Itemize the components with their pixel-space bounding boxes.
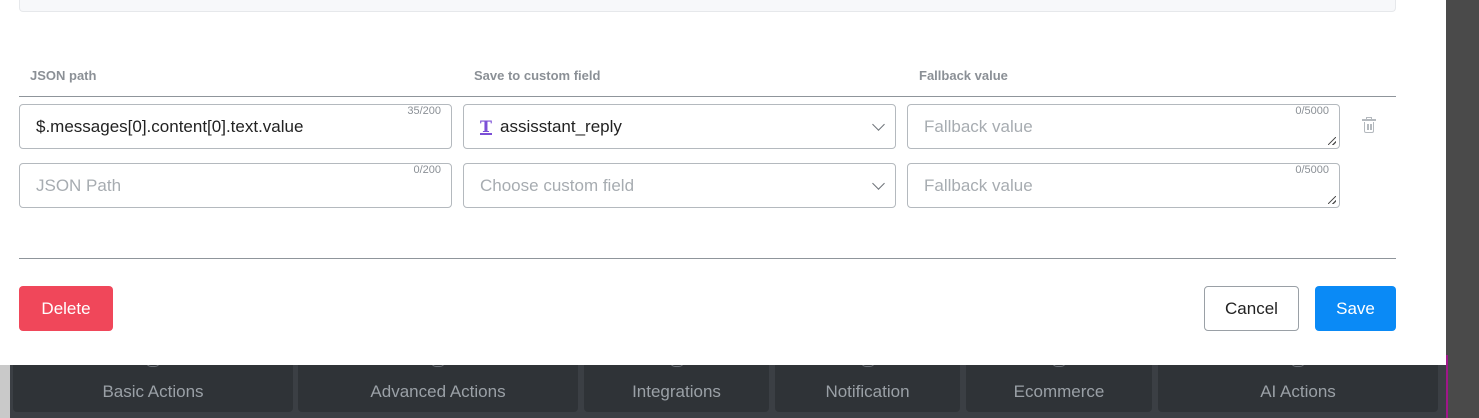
footer-divider <box>19 258 1396 259</box>
custom-field-select[interactable]: Choose custom field <box>463 163 896 208</box>
top-panel <box>19 0 1396 12</box>
json-path-value: $.messages[0].content[0].text.value <box>36 116 304 136</box>
custom-field-placeholder: Choose custom field <box>480 175 635 195</box>
fallback-placeholder: Fallback value <box>924 117 1033 136</box>
header-divider <box>19 96 1396 97</box>
bg-tab-label: Notification <box>825 382 910 401</box>
response-mapping-modal: JSON path Save to custom field Fallback … <box>0 0 1446 365</box>
json-path-placeholder: JSON Path <box>36 175 122 195</box>
json-path-header: JSON path <box>30 68 97 83</box>
delete-button[interactable]: Delete <box>19 286 113 331</box>
bg-tab-label: Advanced Actions <box>370 382 506 401</box>
json-path-input[interactable]: $.messages[0].content[0].text.value 35/2… <box>19 104 452 149</box>
bg-tab-label: Integrations <box>632 382 721 401</box>
custom-field-select[interactable]: T assisstant_reply <box>463 104 896 149</box>
json-path-input[interactable]: JSON Path 0/200 <box>19 163 452 208</box>
custom-field-value: assisstant_reply <box>500 116 622 136</box>
fallback-value-header: Fallback value <box>919 68 1008 83</box>
chevron-down-icon <box>872 177 885 190</box>
bg-tab-label: Ecommerce <box>1013 382 1105 401</box>
save-to-custom-field-header: Save to custom field <box>474 68 601 83</box>
char-counter: 35/200 <box>407 105 441 117</box>
save-button[interactable]: Save <box>1315 286 1396 331</box>
char-counter: 0/200 <box>413 164 441 176</box>
text-field-icon: T <box>480 117 492 136</box>
bg-tab-label: Basic Actions <box>102 382 204 401</box>
resize-handle-icon[interactable] <box>1328 196 1336 204</box>
trash-icon[interactable] <box>1362 117 1376 134</box>
cancel-button[interactable]: Cancel <box>1204 286 1299 331</box>
char-counter: 0/5000 <box>1295 105 1329 117</box>
bg-tab-label: AI Actions <box>1260 382 1336 401</box>
fallback-value-textarea[interactable]: Fallback value 0/5000 <box>907 163 1340 208</box>
chevron-down-icon <box>872 118 885 131</box>
resize-handle-icon[interactable] <box>1328 137 1336 145</box>
fallback-placeholder: Fallback value <box>924 176 1033 195</box>
char-counter: 0/5000 <box>1295 164 1329 176</box>
background-edge <box>1446 355 1479 418</box>
fallback-value-textarea[interactable]: Fallback value 0/5000 <box>907 104 1340 149</box>
